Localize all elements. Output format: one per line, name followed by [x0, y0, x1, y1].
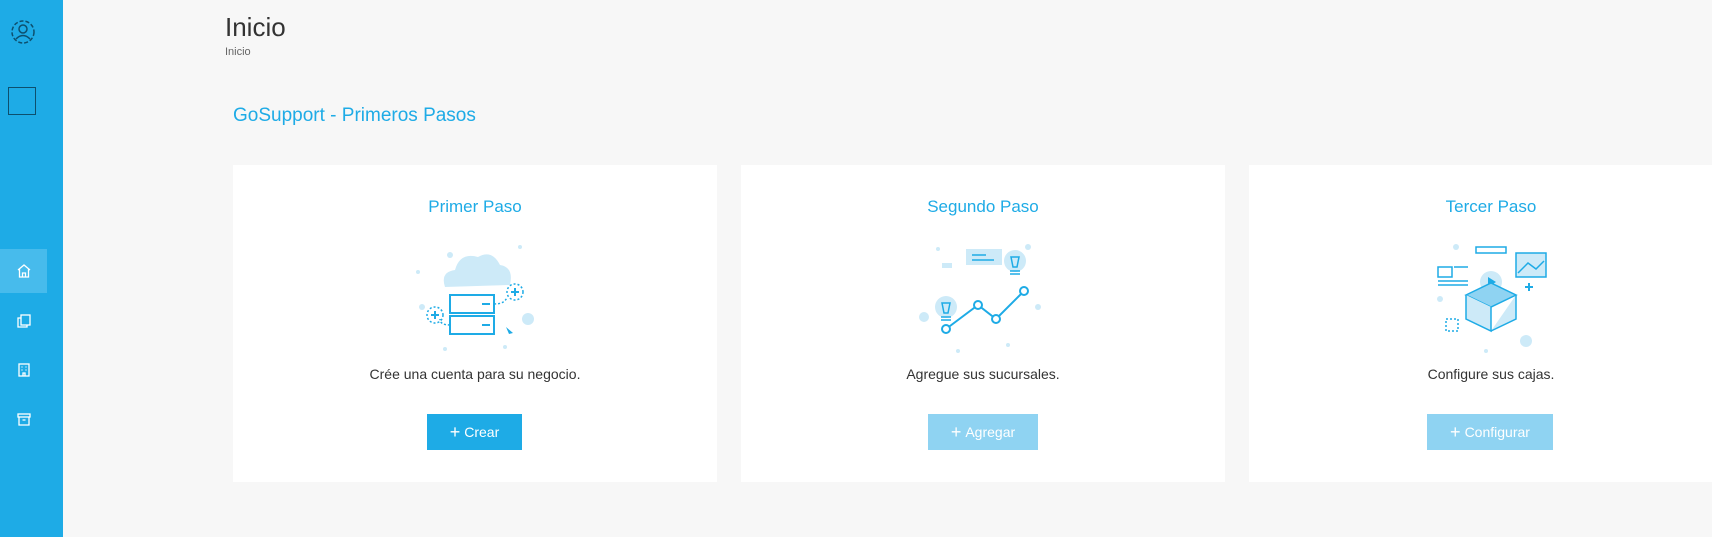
growth-chart-illustration	[919, 244, 1041, 353]
step-description: Crée una cuenta para su negocio.	[369, 366, 581, 382]
plus-icon: +	[1450, 422, 1461, 442]
open-box-illustration	[1437, 244, 1547, 353]
plus-icon: +	[449, 422, 461, 442]
sidebar-item-home[interactable]	[0, 249, 47, 293]
archive-icon	[16, 413, 31, 426]
step-card-1: Primer Paso Crée una cuenta para su nego…	[233, 165, 717, 482]
page-title: Inicio	[225, 12, 286, 42]
button-label: Agregar	[965, 424, 1016, 440]
add-branch-button[interactable]: + Agregar	[928, 414, 1038, 450]
sidebar-item-archive[interactable]	[0, 397, 47, 441]
home-icon	[17, 264, 30, 278]
button-label: Crear	[464, 424, 500, 440]
sidebar	[0, 0, 63, 537]
cloud-server-illustration	[416, 245, 534, 351]
step-title: Segundo Paso	[927, 197, 1039, 216]
user-avatar-icon[interactable]	[9, 18, 37, 46]
step-card-3: Tercer Paso Configure sus cajas. + Confi…	[1249, 165, 1712, 482]
step-card-2: Segundo Paso Agregue sus sucursales. + A…	[741, 165, 1225, 482]
section-title: GoSupport - Primeros Pasos	[233, 105, 476, 126]
configure-button[interactable]: + Configurar	[1427, 414, 1553, 450]
step-title: Primer Paso	[428, 197, 522, 216]
copy-icon	[16, 314, 31, 328]
company-logo-placeholder[interactable]	[8, 87, 36, 115]
step-title: Tercer Paso	[1445, 197, 1537, 216]
step-description: Agregue sus sucursales.	[906, 366, 1060, 382]
building-icon	[17, 363, 30, 377]
step-description: Configure sus cajas.	[1427, 366, 1555, 382]
sidebar-item-copy[interactable]	[0, 299, 47, 343]
create-button[interactable]: + Crear	[427, 414, 522, 450]
button-label: Configurar	[1464, 424, 1530, 440]
plus-icon: +	[950, 422, 962, 442]
breadcrumb[interactable]: Inicio	[225, 46, 251, 58]
sidebar-item-building[interactable]	[0, 348, 47, 392]
